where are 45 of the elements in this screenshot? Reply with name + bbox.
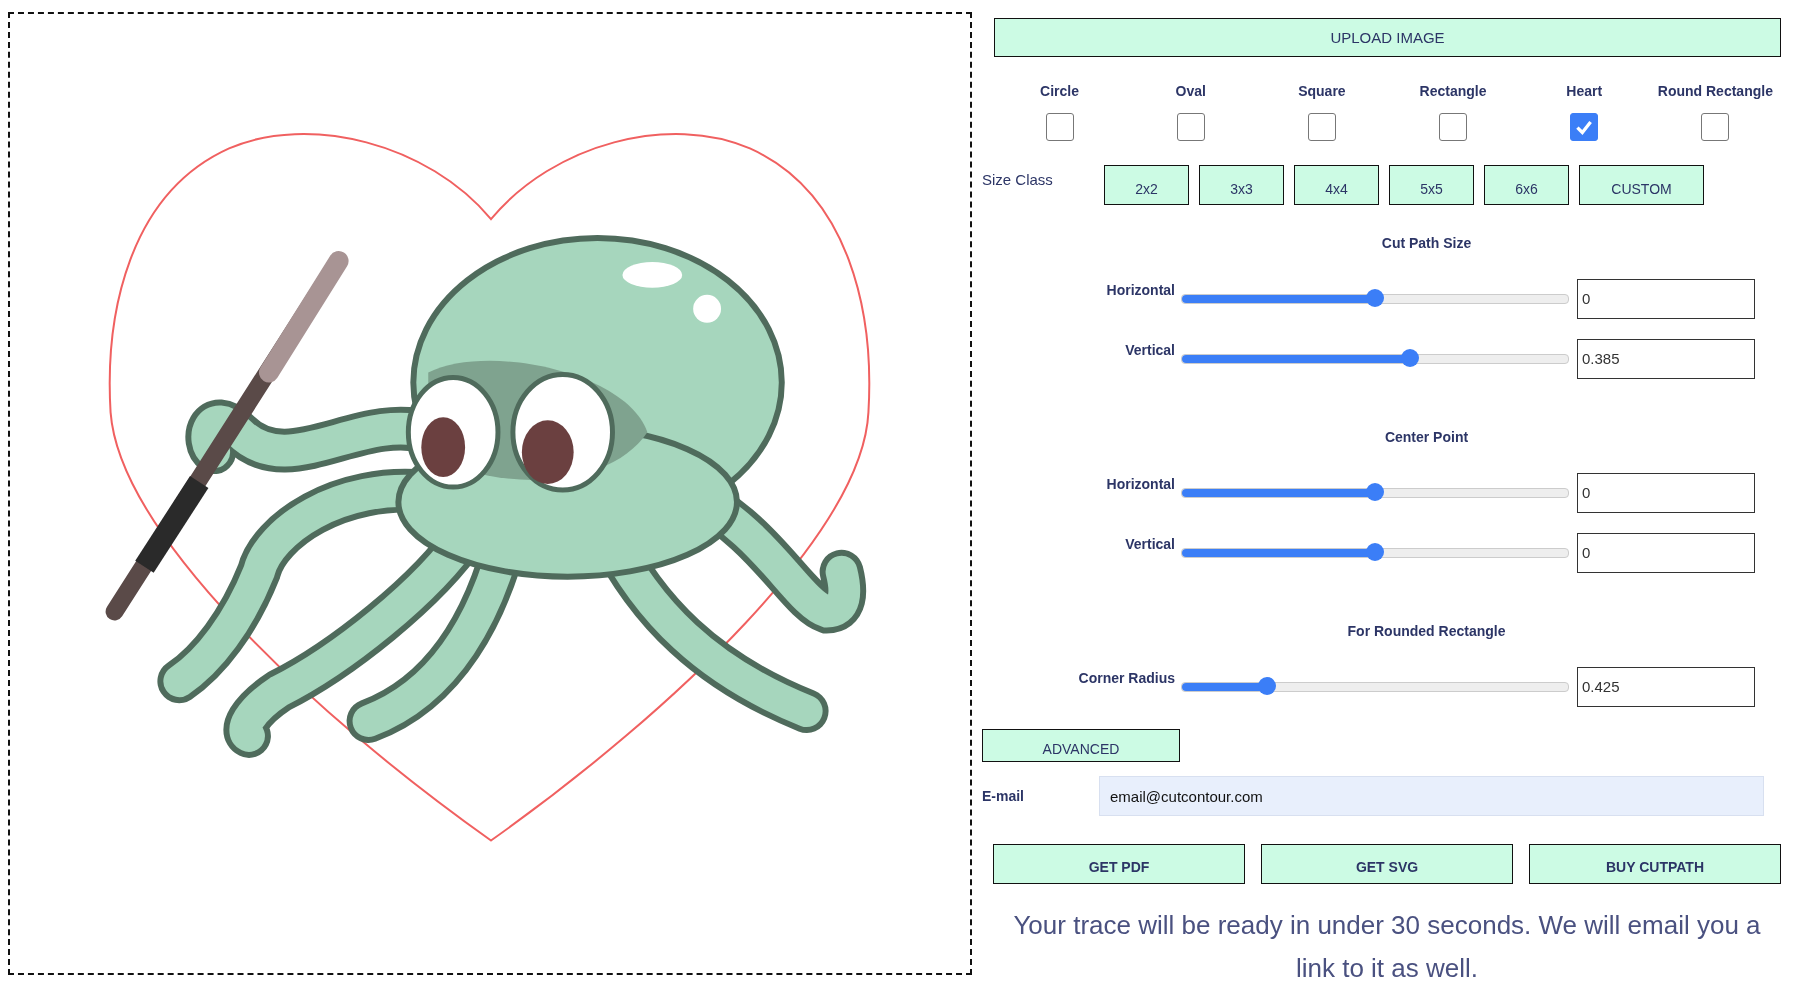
slider-label: Horizontal — [1105, 475, 1175, 492]
email-input[interactable]: email@cutcontour.com — [1099, 776, 1764, 816]
value-input[interactable]: 0 — [1577, 278, 1755, 319]
shape-label: Oval — [1175, 82, 1206, 99]
size-class-label: Size Class — [982, 171, 1054, 189]
slider-label: Horizontal — [1105, 281, 1175, 298]
action-button[interactable]: GET PDF — [993, 844, 1245, 884]
size-option-button[interactable]: 3x3 — [1199, 164, 1284, 205]
shape-checkbox[interactable] — [1045, 112, 1074, 141]
slider-thumb[interactable] — [1400, 348, 1419, 367]
slider-thumb[interactable] — [1366, 288, 1384, 307]
shape-label: Round Rectangle — [1657, 82, 1773, 99]
shape-checkbox[interactable] — [1701, 112, 1730, 141]
slider-label: Vertical — [1124, 535, 1175, 552]
section-title: Cut Path Size — [1380, 234, 1473, 251]
slider-thumb[interactable] — [1366, 482, 1384, 501]
notice-text: Your trace will be ready in under 30 seconds. We will email you a link to it as well. — [1012, 909, 1762, 985]
action-button[interactable]: GET SVG — [1261, 844, 1513, 884]
slider-label: Vertical — [1124, 341, 1175, 358]
shape-label: Square — [1298, 82, 1346, 99]
section-title: For Rounded Rectangle — [1346, 622, 1507, 639]
slider-thumb[interactable] — [1366, 542, 1384, 561]
value-input[interactable]: 0.425 — [1577, 666, 1755, 707]
action-button[interactable]: BUY CUTPATH — [1529, 844, 1781, 884]
shape-checkbox[interactable] — [1307, 112, 1336, 141]
size-option-button[interactable]: 5x5 — [1389, 164, 1474, 205]
slider-thumb[interactable] — [1257, 676, 1276, 695]
size-option-button[interactable]: 6x6 — [1484, 164, 1569, 205]
shape-checkbox[interactable] — [1176, 112, 1205, 141]
upload-image-button[interactable]: UPLOAD IMAGE — [994, 18, 1781, 57]
section-title: Center Point — [1383, 428, 1470, 445]
size-option-button[interactable]: CUSTOM — [1579, 164, 1704, 205]
advanced-button[interactable]: ADVANCED — [982, 728, 1180, 762]
value-input[interactable]: 0 — [1577, 532, 1755, 573]
shape-checkbox[interactable] — [1570, 112, 1599, 141]
shape-label: Rectangle — [1419, 82, 1487, 99]
shape-label: Heart — [1566, 82, 1603, 99]
size-option-button[interactable]: 4x4 — [1294, 164, 1379, 205]
slider-label: Corner Radius — [1077, 669, 1175, 686]
shape-checkbox[interactable] — [1439, 112, 1468, 141]
email-label: E-mail — [982, 788, 1025, 804]
value-input[interactable]: 0.385 — [1577, 338, 1755, 379]
value-input[interactable]: 0 — [1577, 472, 1755, 513]
size-option-button[interactable]: 2x2 — [1104, 164, 1189, 205]
shape-label: Circle — [1040, 82, 1080, 99]
